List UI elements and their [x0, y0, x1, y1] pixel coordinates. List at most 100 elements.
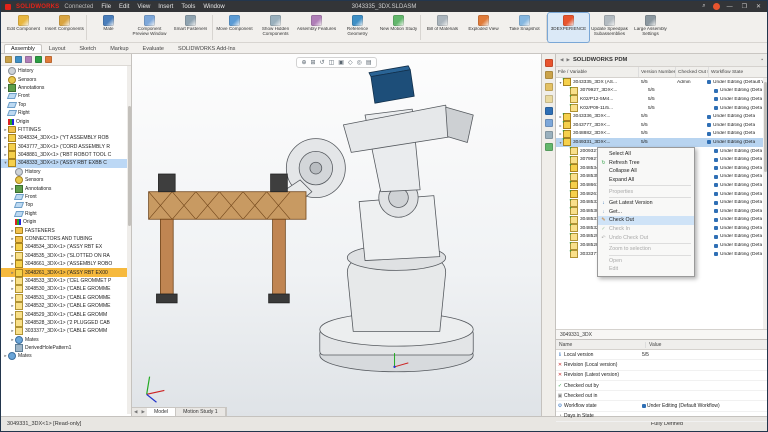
propertymanager-tab-icon[interactable] — [15, 56, 22, 63]
pdm-file-row[interactable]: ✓K02/P12-5M4...5/5Under Editing (Defa — [556, 95, 767, 104]
tree-item-connectors-and-tubing[interactable]: ▸CONNECTORS AND TUBING — [1, 235, 131, 243]
tree-item-top[interactable]: Top — [1, 201, 131, 209]
tree-item-history[interactable]: History — [1, 67, 131, 75]
ribbon-button-mate[interactable]: Mate — [88, 13, 129, 42]
tree-item-front[interactable]: Front — [1, 193, 131, 201]
pdm-column-file-variable[interactable]: File / Variable — [556, 67, 639, 77]
ribbon-button-component-preview-window[interactable]: Component Preview Window — [129, 13, 170, 42]
menu-file[interactable]: File — [98, 4, 114, 10]
feature-tree-scrollbar-thumb[interactable] — [128, 106, 131, 226]
pdm-file-row[interactable]: ▸✓3043777_3DX<...5/5Under Editing (Defa — [556, 121, 767, 130]
tree-item-3043777-3dx-1-cord-assembly-r[interactable]: ▸3043777_3DX<1> ('CORD ASSEMBLY R — [1, 143, 131, 151]
context-menu-item-open[interactable]: Open — [598, 257, 694, 266]
design-library-tab-icon[interactable] — [545, 83, 553, 91]
ribbon-button-show-hidden-components[interactable]: Show Hidden Components — [255, 13, 296, 42]
tree-item-3048333-3dx-1-assy-rbt-exbb-c[interactable]: ▾3048333_3DX<1> ('ASSY RBT EXBB C — [1, 159, 131, 167]
properties-name-column[interactable]: Name — [556, 342, 646, 348]
pdm-file-row[interactable]: ✓3079927_3DX<...5/5Under Editing (Defa — [556, 87, 767, 96]
tree-item-3048534-3dx-1-assy-rbt-ex[interactable]: ▸3048534_3DX<1> ('ASSY RBT EX — [1, 243, 131, 251]
tree-item-origin[interactable]: Origin — [1, 218, 131, 226]
display-style-icon[interactable]: ◇ — [348, 59, 353, 66]
graphics-viewport[interactable]: ⊕⊞↺◫▣◇◎▤ — [132, 54, 541, 416]
ribbon-button-bill-of-materials[interactable]: Bill of Materials — [422, 13, 463, 42]
pdm-file-row[interactable]: ▸✓3048882_3DX<...5/5Under Editing (Defa — [556, 130, 767, 139]
context-menu-item-zoom-to-selection[interactable]: Zoom to selection — [598, 245, 694, 254]
displaymanager-tab-icon[interactable] — [45, 56, 52, 63]
ribbon-button-assembly-features[interactable]: Assembly Features — [296, 13, 337, 42]
pdm-file-row[interactable]: ▸✓3043336_3DX<...5/5Under Editing (Defa — [556, 112, 767, 121]
close-button[interactable]: ✕ — [754, 3, 763, 10]
solidworks-resources-tab-icon[interactable] — [545, 71, 553, 79]
section-view-icon[interactable]: ◫ — [329, 59, 335, 66]
tree-item-derivedholepattern1[interactable]: DerivedHolePattern1 — [1, 344, 131, 352]
tree-item-3048881-3dx-1-rbt-robot-tool-c[interactable]: ▸3048881_3DX<1> ('RBT ROBOT TOOL C — [1, 151, 131, 159]
tree-item-origin[interactable]: Origin — [1, 117, 131, 125]
context-menu-item-get[interactable]: ↓Get... — [598, 208, 694, 217]
file-explorer-tab-icon[interactable] — [545, 95, 553, 103]
tree-item-3048530-3dx-1-cable-gromme[interactable]: ▸3048530_3DX<1> ('CABLE GROMME — [1, 285, 131, 293]
pdm-tab-icon[interactable] — [545, 107, 553, 115]
ribbon-button-exploded-view[interactable]: Exploded View — [463, 13, 504, 42]
tree-item-front[interactable]: Front — [1, 92, 131, 100]
tree-item-3048261-3dx-1-assy-rbt-ex00[interactable]: ▸3048261_3DX<1> ('ASSY RBT EX00 — [1, 268, 131, 276]
menu-insert[interactable]: Insert — [155, 4, 176, 10]
tab-layout[interactable]: Layout — [42, 44, 73, 53]
tree-item-3048661-3dx-1-assembly-robo[interactable]: ▸3048661_3DX<1> ('ASSEMBLY ROBO — [1, 260, 131, 268]
tree-item-sensors[interactable]: Sensors — [1, 75, 131, 83]
ribbon-button-edit-component[interactable]: Edit Component — [3, 13, 44, 42]
pdm-file-row[interactable]: ▾✓3043335_3DX (AS...5/5AdminUnder Editin… — [556, 78, 767, 87]
context-menu-item-check-out[interactable]: ✎Check Out — [598, 216, 694, 225]
tree-item-3048528-3dx-1-2-plugged-cab[interactable]: ▸3048528_3DX<1> ('2 PLUGGED CAB — [1, 319, 131, 327]
ribbon-button-3dexperience[interactable]: 3DEXPERIENCE — [548, 13, 589, 42]
tree-item-3048532-3dx-1-cable-gromme[interactable]: ▸3048532_3DX<1> ('CABLE GROMME — [1, 302, 131, 310]
hide-show-icon[interactable]: ◎ — [357, 59, 362, 66]
search-icon[interactable]: ⌕ — [700, 3, 707, 10]
ribbon-button-move-component[interactable]: Move Component — [214, 13, 255, 42]
featuremanager-tab-icon[interactable] — [5, 56, 12, 63]
menu-tools[interactable]: Tools — [178, 4, 198, 10]
tree-item-annotations[interactable]: ▸Annotations — [1, 84, 131, 92]
tab-sketch[interactable]: Sketch — [72, 44, 103, 53]
view-orientation-icon[interactable]: ▣ — [338, 59, 344, 66]
menu-window[interactable]: Window — [200, 4, 227, 10]
model-tabs-back-icon[interactable]: ◀ — [132, 408, 139, 416]
ribbon-button-new-motion-study[interactable]: New Motion Study — [378, 13, 419, 42]
pdm-file-row[interactable]: ▾✓3049331_3DX<...5/5Under Editing (Defa — [556, 138, 767, 147]
ribbon-button-insert-components[interactable]: Insert Components — [44, 13, 85, 42]
pdm-column-version-number[interactable]: Version Number — [639, 67, 676, 77]
tab-assembly[interactable]: Assembly — [4, 44, 42, 53]
ribbon-button-reference-geometry[interactable]: Reference Geometry — [337, 13, 378, 42]
scene-icon[interactable]: ▤ — [366, 59, 372, 66]
tree-item-3048529-3dx-1-cable-gromm[interactable]: ▸3048529_3DX<1> ('CABLE GROMM — [1, 310, 131, 318]
zoom-area-icon[interactable]: ⊞ — [311, 59, 316, 66]
tree-item-right[interactable]: Right — [1, 109, 131, 117]
context-menu-item-edit[interactable]: Edit — [598, 265, 694, 274]
menu-edit[interactable]: Edit — [116, 4, 132, 10]
feature-tree-scrollbar[interactable] — [127, 66, 131, 414]
tree-item-right[interactable]: Right — [1, 210, 131, 218]
ribbon-button-smart-fasteners[interactable]: Smart Fasteners — [170, 13, 211, 42]
forum-tab-icon[interactable] — [545, 143, 553, 151]
tab-markup[interactable]: Markup — [103, 44, 135, 53]
context-menu-item-get-latest-version[interactable]: ↓Get Latest Version — [598, 199, 694, 208]
ribbon-button-update-speedpak-subassemblies[interactable]: Update Speedpak Subassemblies — [589, 13, 630, 42]
pdm-tree-scrollbar[interactable] — [763, 78, 767, 329]
tree-item-mates[interactable]: ▸Mates — [1, 352, 131, 360]
menu-view[interactable]: View — [134, 4, 153, 10]
context-menu-item-check-in[interactable]: ✓Check In — [598, 225, 694, 234]
appearances-tab-icon[interactable] — [545, 119, 553, 127]
tab-solidworks-add-ins[interactable]: SOLIDWORKS Add-Ins — [171, 44, 242, 53]
tree-item-3048334-3dx-1-yt-assembly-rob[interactable]: ▸3048334_3DX<1> ('YT ASSEMBLY ROB — [1, 134, 131, 142]
pdm-back-icon[interactable]: ◀ — [560, 57, 563, 63]
context-menu-item-undo-check-out[interactable]: ↶Undo Check Out — [598, 233, 694, 242]
pdm-file-row[interactable]: ✓K02/P09-11/5...5/5Under Editing (Defa — [556, 104, 767, 113]
context-menu-item-properties[interactable]: Properties — [598, 187, 694, 196]
tree-item-top[interactable]: Top — [1, 101, 131, 109]
custom-properties-tab-icon[interactable] — [545, 131, 553, 139]
pdm-tree-scrollbar-thumb[interactable] — [764, 82, 767, 172]
context-menu-item-select-all[interactable]: Select All — [598, 150, 694, 159]
maximize-button[interactable]: ❐ — [740, 3, 749, 10]
tree-item-3048531-3dx-1-cable-gromme[interactable]: ▸3048531_3DX<1> ('CABLE GROMME — [1, 294, 131, 302]
pdm-column-workflow-state[interactable]: Workflow State — [709, 67, 767, 77]
tree-item-3048533-3dx-1-cel-grommet-p[interactable]: ▸3048533_3DX<1> ('CEL GROMMET P — [1, 277, 131, 285]
